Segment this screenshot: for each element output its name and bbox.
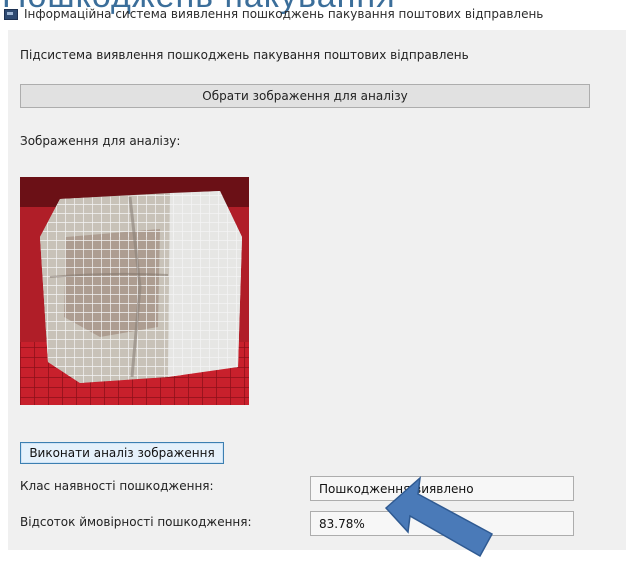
damage-probability-label: Відсоток ймовірності пошкодження:	[20, 515, 252, 529]
app-window-icon	[4, 8, 18, 20]
window-title: Інформаційна система виявлення пошкоджен…	[24, 7, 544, 21]
damage-class-label: Клас наявності пошкодження:	[20, 479, 214, 493]
image-for-analysis-label: Зображення для аналізу:	[20, 134, 181, 148]
select-image-button[interactable]: Обрати зображення для аналізу	[20, 84, 590, 108]
analyze-image-button[interactable]: Виконати аналіз зображення	[20, 442, 224, 464]
subsystem-label: Підсистема виявлення пошкоджень пакуванн…	[20, 48, 469, 62]
main-form: Підсистема виявлення пошкоджень пакуванн…	[8, 30, 626, 550]
pointer-arrow-icon	[384, 476, 494, 558]
package-image	[20, 177, 249, 405]
window-titlebar: Інформаційна система виявлення пошкоджен…	[0, 0, 630, 28]
